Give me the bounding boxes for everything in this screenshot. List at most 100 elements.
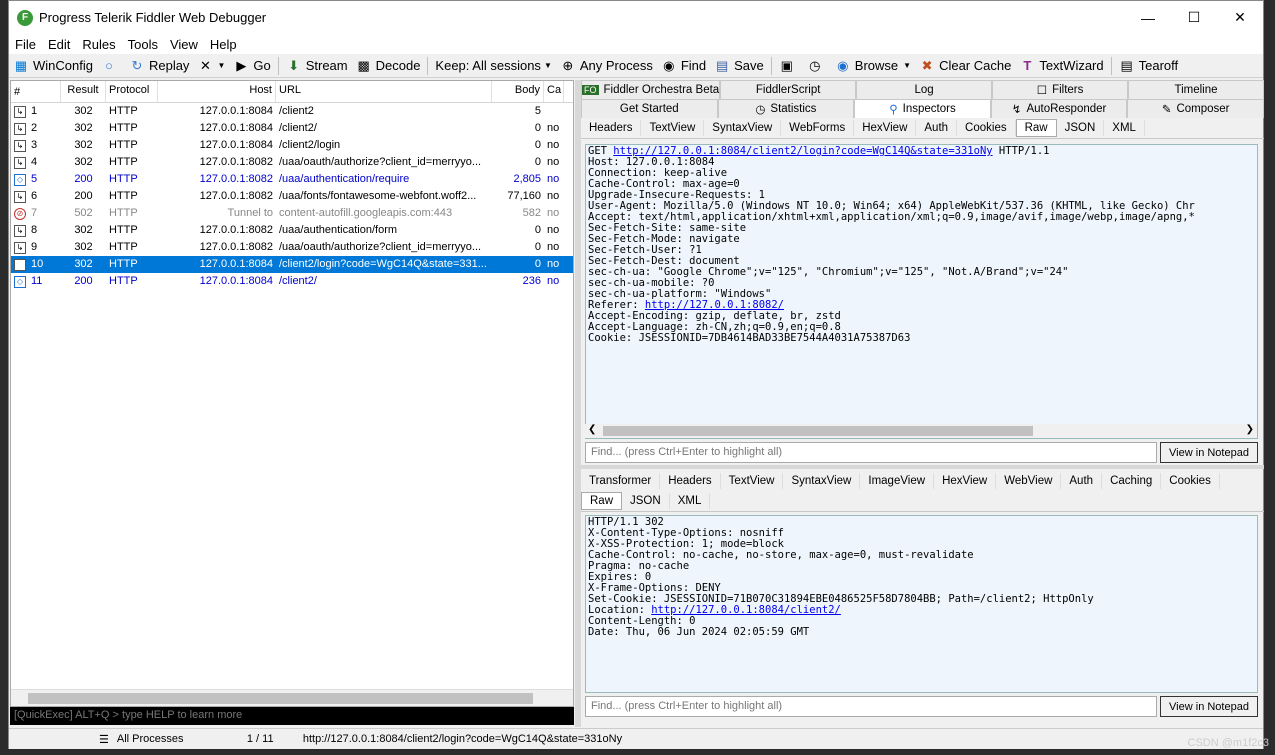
close-button[interactable]: ✕ <box>1217 1 1263 34</box>
res-tab-textview[interactable]: TextView <box>721 472 784 489</box>
scroll-left-icon[interactable]: ❮ <box>588 424 596 435</box>
remove-button[interactable]: ✕ ▼ <box>193 58 229 74</box>
menu-file[interactable]: File <box>9 37 42 52</box>
menu-tools[interactable]: Tools <box>122 37 164 52</box>
menu-view[interactable]: View <box>164 37 204 52</box>
sessions-list[interactable]: # Result Protocol Host URL Body Ca ↳ 1 302… <box>10 80 574 707</box>
session-row[interactable]: ↳ 8 302 HTTP 127.0.0.1:8082/uaa/authenticati… <box>11 222 573 239</box>
maximize-button[interactable]: ☐ <box>1171 1 1217 34</box>
tearoff-button[interactable]: ▤ Tearoff <box>1115 58 1183 74</box>
req-tab-webforms[interactable]: WebForms <box>781 120 855 136</box>
scroll-right-icon[interactable]: ❯ <box>1246 424 1254 435</box>
res-tab-syntaxview[interactable]: SyntaxView <box>783 472 861 489</box>
replay-button[interactable]: ↻ Replay <box>125 58 193 74</box>
quickexec-input[interactable]: [QuickExec] ALT+Q > type HELP to learn m… <box>10 707 574 725</box>
textwizard-button[interactable]: T TextWizard <box>1015 58 1107 74</box>
cell-text: 127.0.0.1:8084 <box>199 122 273 134</box>
save-button[interactable]: ▤ Save <box>710 58 768 74</box>
tab-get-started[interactable]: Get Started <box>581 99 718 118</box>
stream-button[interactable]: ⬇ Stream <box>282 58 352 74</box>
session-row[interactable]: ↳ 2 302 HTTP 127.0.0.1:8084/client2/0 no <box>11 120 573 137</box>
tab-autoresponder[interactable]: ↯ AutoResponder <box>990 99 1128 118</box>
res-tab-transformer[interactable]: Transformer <box>581 472 661 489</box>
keep-sessions-dropdown[interactable]: Keep: All sessions ▼ <box>431 58 555 73</box>
scroll-thumb[interactable] <box>603 426 1033 436</box>
scroll-thumb[interactable] <box>28 693 533 704</box>
response-view-notepad-button[interactable]: View in Notepad <box>1160 696 1258 717</box>
session-row[interactable]: ↳ 4 302 HTTP 127.0.0.1:8082/uaa/oauth/author… <box>11 154 573 171</box>
cell-protocol: HTTP <box>106 222 158 239</box>
tab-composer[interactable]: ✎ Composer <box>1127 99 1264 118</box>
timer-button[interactable]: ◷ <box>803 58 831 74</box>
col-body[interactable]: Body <box>492 81 544 102</box>
req-tab-raw[interactable]: Raw <box>1015 119 1057 137</box>
winconfig-button[interactable]: ▦ WinConfig <box>9 58 97 74</box>
decode-button[interactable]: ▩ Decode <box>352 58 425 74</box>
menu-rules[interactable]: Rules <box>76 37 121 52</box>
session-row[interactable]: ◇ 11 200 HTTP 127.0.0.1:8084/client2/236 no <box>11 273 573 290</box>
req-tab-hexview[interactable]: HexView <box>854 120 917 136</box>
req-tab-json[interactable]: JSON <box>1057 120 1105 136</box>
req-tab-auth[interactable]: Auth <box>916 120 958 136</box>
res-tab-raw[interactable]: Raw <box>581 492 623 510</box>
browse-button[interactable]: ◉ Browse ▼ <box>831 58 915 74</box>
req-tab-xml[interactable]: XML <box>1104 120 1145 136</box>
tab-statistics[interactable]: ◷ Statistics <box>717 99 855 118</box>
response-find-input[interactable]: Find... (press Ctrl+Enter to highlight a… <box>585 696 1157 717</box>
session-row[interactable]: ⊘ 7 502 HTTP Tunnel to content-autofill.googl… <box>11 205 573 222</box>
res-tab-hexview[interactable]: HexView <box>934 472 997 489</box>
menu-edit[interactable]: Edit <box>42 37 76 52</box>
request-raw-text[interactable]: GET http://127.0.0.1:8084/client2/login?… <box>585 144 1258 439</box>
col-caching[interactable]: Ca <box>544 81 564 102</box>
res-tab-imageview[interactable]: ImageView <box>860 472 935 489</box>
request-hscrollbar[interactable]: ❮ ❯ <box>585 424 1257 438</box>
col-protocol[interactable]: Protocol <box>106 81 158 102</box>
request-response-splitter[interactable] <box>581 465 1264 469</box>
tab-log[interactable]: Log <box>856 80 993 99</box>
sessions-hscrollbar[interactable] <box>11 689 573 706</box>
any-process-button[interactable]: ⊕ Any Process <box>556 58 657 74</box>
session-row[interactable]: ↳ 9 302 HTTP 127.0.0.1:8082/uaa/oauth/author… <box>11 239 573 256</box>
window-title: Progress Telerik Fiddler Web Debugger <box>39 10 267 25</box>
tab-fiddlerscript[interactable]: FiddlerScript <box>720 80 857 99</box>
session-row[interactable]: ↳ 1 302 HTTP 127.0.0.1:8084/client2 5 <box>11 103 573 120</box>
col-num[interactable]: # <box>11 81 61 102</box>
request-find-input[interactable]: Find... (press Ctrl+Enter to highlight a… <box>585 442 1157 463</box>
session-row[interactable]: ↳ 3 302 HTTP 127.0.0.1:8084/client2/login 0 no <box>11 137 573 154</box>
col-host[interactable]: Host <box>158 81 276 102</box>
req-tab-syntaxview[interactable]: SyntaxView <box>704 120 782 136</box>
col-url[interactable]: URL <box>276 81 492 102</box>
tab-filters[interactable]: ☐ Filters <box>992 80 1129 99</box>
session-row[interactable]: ↳ 6 200 HTTP 127.0.0.1:8082/uaa/fonts/fontaw… <box>11 188 573 205</box>
menu-help[interactable]: Help <box>204 37 243 52</box>
find-button[interactable]: ◉ Find <box>657 58 710 74</box>
minimize-button[interactable]: — <box>1125 1 1171 34</box>
cell-text: 127.0.0.1:8084 <box>199 139 273 151</box>
sessions-rows: ↳ 1 302 HTTP 127.0.0.1:8084/client2 5 ↳ 2 302 HTT… <box>11 103 573 290</box>
request-view-notepad-button[interactable]: View in Notepad <box>1160 442 1258 463</box>
res-tab-xml[interactable]: XML <box>670 493 711 509</box>
res-tab-webview[interactable]: WebView <box>996 472 1062 489</box>
req-tab-cookies[interactable]: Cookies <box>957 120 1016 136</box>
process-filter[interactable]: All Processes <box>117 733 247 745</box>
res-tab-headers[interactable]: Headers <box>660 472 721 489</box>
response-raw-text[interactable]: HTTP/1.1 302 X-Content-Type-Options: nos… <box>585 515 1258 693</box>
req-tab-headers[interactable]: Headers <box>581 120 642 136</box>
tab-inspectors[interactable]: ⚲ Inspectors <box>854 99 991 118</box>
session-row[interactable]: ◇ 5 200 HTTP 127.0.0.1:8082/uaa/authenticati… <box>11 171 573 188</box>
col-result[interactable]: Result <box>61 81 106 102</box>
status-bar: ☰ All Processes 1 / 11 http://127.0.0.1:… <box>9 728 1263 749</box>
tab-fiddler-orchestra[interactable]: FO Fiddler Orchestra Beta <box>581 80 721 99</box>
res-tab-cookies[interactable]: Cookies <box>1161 472 1220 489</box>
req-tab-textview[interactable]: TextView <box>641 120 705 136</box>
res-tab-auth[interactable]: Auth <box>1061 472 1103 489</box>
go-button[interactable]: ▶ Go <box>229 58 274 74</box>
res-tab-json[interactable]: JSON <box>622 493 670 509</box>
tab-timeline[interactable]: Timeline <box>1128 80 1264 99</box>
comment-button[interactable]: ○ <box>97 58 125 74</box>
screenshot-button[interactable]: ▣ <box>775 58 803 74</box>
cell-text: no <box>547 139 560 151</box>
res-tab-caching[interactable]: Caching <box>1102 472 1162 489</box>
clear-cache-button[interactable]: ✖ Clear Cache <box>915 58 1015 74</box>
session-row[interactable]: ↳ 10 302 HTTP 127.0.0.1:8084/client2/login?c… <box>11 256 573 273</box>
